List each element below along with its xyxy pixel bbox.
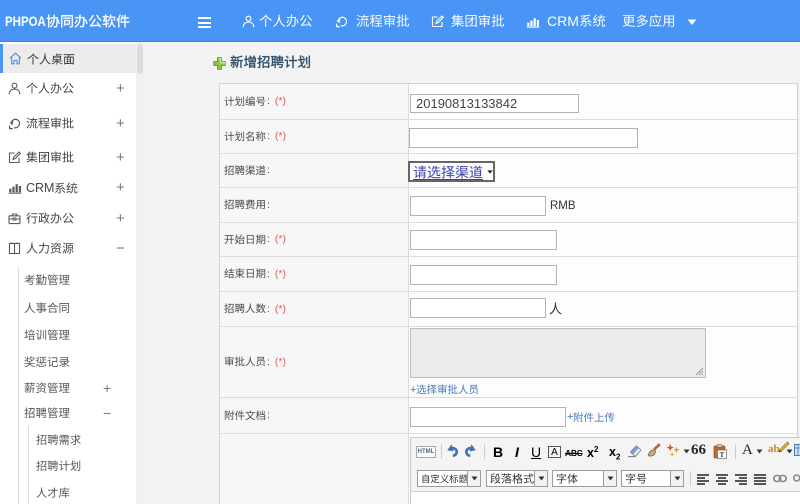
svg-text:T: T: [720, 451, 725, 459]
